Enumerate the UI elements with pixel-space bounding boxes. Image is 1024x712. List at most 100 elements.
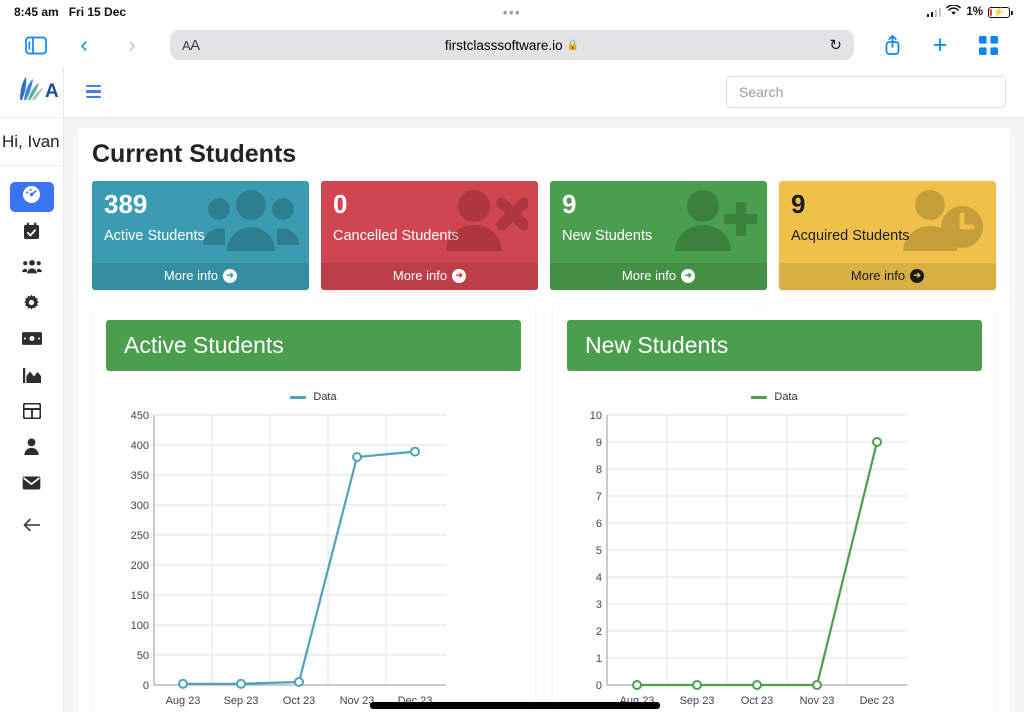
- svg-text:8: 8: [596, 464, 602, 476]
- more-info-label: More info: [163, 268, 219, 283]
- status-time: 8:45 am: [14, 5, 59, 19]
- chart-legend[interactable]: Data: [106, 391, 521, 403]
- stat-card-active-students[interactable]: 389 Active Students More info ➜: [92, 181, 309, 290]
- main-area: Current Students 389 Active Students: [64, 66, 1024, 712]
- horizontal-scrollbar[interactable]: [370, 702, 660, 709]
- chart-plot-new-students: 10 9 8 7 6 5 4 3 2 1 0 Aug 23 Sep 23 Oct…: [567, 407, 982, 712]
- more-info-link[interactable]: More info ➜: [92, 263, 309, 290]
- svg-text:50: 50: [137, 650, 149, 662]
- envelope-icon: [22, 475, 41, 495]
- status-date: Fri 15 Dec: [68, 5, 127, 19]
- svg-text:7: 7: [596, 491, 602, 503]
- sidebar-item-groups[interactable]: [10, 254, 54, 284]
- sidebar-item-reports[interactable]: [10, 362, 54, 392]
- ios-status-bar: 8:45 am Fri 15 Dec ••• 1% ⚡: [0, 0, 1024, 24]
- url-text-wrap: firstclasssoftware.io 🔒: [170, 38, 854, 53]
- app-topbar: [64, 66, 1024, 118]
- reload-icon[interactable]: ↻: [829, 36, 842, 54]
- svg-text:Dec 23: Dec 23: [860, 695, 895, 707]
- sidebar-toggle-icon[interactable]: [14, 27, 58, 63]
- sidebar-item-settings[interactable]: [10, 290, 54, 320]
- sidebar-item-messages[interactable]: [10, 470, 54, 500]
- arrow-right-circle-icon: ➜: [681, 268, 696, 283]
- stat-card-cancelled-students[interactable]: 0 Cancelled Students More info ➜: [321, 181, 538, 290]
- svg-text:Sep 23: Sep 23: [224, 695, 259, 707]
- more-info-link[interactable]: More info ➜: [321, 263, 538, 290]
- user-times-icon: [438, 189, 530, 256]
- battery-charging-icon: ⚡: [988, 6, 1013, 18]
- svg-text:200: 200: [131, 560, 149, 572]
- user-plus-icon: [667, 189, 758, 256]
- person-icon: [24, 438, 39, 460]
- stat-card-row: 389 Active Students More info ➜ 0 Cancel…: [92, 181, 996, 290]
- svg-text:Oct 23: Oct 23: [283, 695, 315, 707]
- address-bar[interactable]: AA firstclasssoftware.io 🔒 ↻: [170, 30, 854, 60]
- ipad-screen: 8:45 am Fri 15 Dec ••• 1% ⚡ ‹ › AA first…: [0, 0, 1024, 712]
- svg-text:350: 350: [131, 470, 149, 482]
- money-bill-icon: [21, 332, 42, 350]
- more-info-link[interactable]: More info ➜: [550, 263, 767, 290]
- hamburger-menu-icon[interactable]: [86, 84, 101, 99]
- svg-text:250: 250: [131, 530, 149, 542]
- svg-text:3: 3: [596, 599, 602, 611]
- legend-label: Data: [774, 391, 798, 403]
- legend-swatch: [290, 395, 307, 399]
- page-content: Current Students 389 Active Students Mor…: [64, 118, 1024, 712]
- sidebar-item-dashboard[interactable]: [9, 182, 54, 212]
- arrow-right-circle-icon: ➜: [223, 268, 238, 283]
- svg-text:Sep 23: Sep 23: [680, 695, 715, 707]
- svg-text:450: 450: [131, 410, 149, 422]
- chart-title: Active Students: [106, 320, 521, 371]
- svg-text:300: 300: [131, 500, 149, 512]
- svg-text:0: 0: [143, 680, 149, 692]
- forward-button[interactable]: ›: [110, 27, 154, 63]
- arrow-right-circle-icon: ➜: [910, 268, 925, 283]
- sidebar-item-back[interactable]: [10, 512, 54, 542]
- lock-icon: 🔒: [566, 39, 580, 51]
- chart-legend[interactable]: Data: [567, 391, 982, 403]
- cellular-signal-icon: [926, 7, 942, 17]
- multitask-handle-icon[interactable]: •••: [503, 5, 521, 20]
- more-info-link[interactable]: More info ➜: [779, 263, 996, 290]
- more-info-label: More info: [850, 268, 906, 283]
- legend-label: Data: [313, 391, 337, 403]
- chart-title: New Students: [567, 320, 982, 371]
- legend-swatch: [751, 395, 768, 399]
- arrow-right-circle-icon: ➜: [452, 268, 467, 283]
- gear-icon: [23, 294, 40, 316]
- chart-card-new-students: New Students Data 10 9 8 7 6 5 4 3 2 1 0…: [553, 306, 996, 712]
- svg-text:Nov 23: Nov 23: [800, 695, 835, 707]
- stat-card-acquired-students[interactable]: 9 Acquired Students More info ➜: [779, 181, 996, 290]
- arrow-left-icon: [23, 518, 41, 537]
- new-tab-button[interactable]: +: [918, 27, 962, 63]
- table-grid-icon: [22, 402, 41, 424]
- chart-area-icon: [22, 367, 41, 388]
- stat-card-new-students[interactable]: 9 New Students More info ➜: [550, 181, 767, 290]
- dashboard-panel: Current Students 389 Active Students Mor…: [78, 128, 1010, 712]
- search-input[interactable]: [726, 75, 1006, 108]
- speedometer-icon: [22, 185, 41, 209]
- svg-text:100: 100: [131, 620, 149, 632]
- calendar-check-icon: [23, 222, 40, 245]
- logo-text: A: [45, 80, 59, 102]
- feather-logo-icon: [14, 75, 44, 108]
- users-group-icon: [21, 259, 42, 279]
- users-group-icon: [203, 189, 299, 256]
- svg-text:10: 10: [590, 410, 602, 422]
- svg-text:5: 5: [596, 545, 602, 557]
- svg-text:6: 6: [596, 518, 602, 530]
- svg-text:4: 4: [596, 572, 602, 584]
- app-logo[interactable]: A: [0, 66, 63, 118]
- sidebar-item-profile[interactable]: [10, 434, 54, 464]
- sidebar-item-calendar[interactable]: [10, 218, 54, 248]
- svg-text:150: 150: [131, 590, 149, 602]
- sidebar-item-tables[interactable]: [10, 398, 54, 428]
- battery-percent: 1%: [966, 6, 983, 18]
- svg-text:Aug 23: Aug 23: [166, 695, 201, 707]
- wifi-icon: [946, 4, 962, 19]
- sidebar-item-payments[interactable]: [10, 326, 54, 356]
- back-button[interactable]: ‹: [62, 27, 106, 63]
- web-app: A Hi, Ivan Search Current Students 389 A…: [0, 66, 1024, 712]
- tab-overview-button[interactable]: [966, 27, 1010, 63]
- share-button[interactable]: [870, 27, 914, 63]
